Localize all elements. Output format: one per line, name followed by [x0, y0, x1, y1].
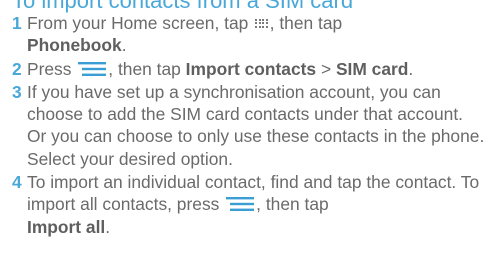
step-number: 2	[12, 58, 22, 79]
step-text: .	[105, 216, 111, 237]
step-number: 3	[12, 81, 22, 102]
step-2: 2 Press , then tap Import contacts > SIM…	[12, 58, 487, 80]
step-3: 3 If you have set up a synchronisation a…	[12, 81, 487, 170]
step-bold-text: Import all	[27, 216, 106, 237]
step-bold-text: Phonebook	[27, 35, 122, 56]
step-bold-text: Import contacts	[185, 58, 317, 79]
step-text: .	[408, 58, 414, 79]
step-text: From your Home screen, tap	[27, 13, 254, 33]
step-1: 1 From your Home screen, tap , then tap P…	[12, 12, 487, 57]
steps-list: 1 From your Home screen, tap , then tap P…	[12, 12, 487, 239]
step-text: , then tap	[269, 13, 343, 33]
menu-icon	[78, 61, 107, 76]
step-4: 4 To import an individual contact, find …	[12, 171, 487, 238]
apps-grid-icon	[255, 18, 268, 28]
step-number: 1	[12, 13, 22, 33]
step-text: Press	[27, 58, 77, 79]
step-text: .	[121, 35, 127, 56]
step-bold-text: SIM card	[335, 58, 409, 79]
step-text: >	[316, 58, 336, 79]
step-text: , then tap	[108, 58, 186, 79]
step-text: If you have set up a synchronisation acc…	[27, 81, 485, 169]
menu-icon	[226, 197, 255, 212]
step-text: , then tap	[256, 194, 329, 215]
step-number: 4	[12, 172, 22, 193]
